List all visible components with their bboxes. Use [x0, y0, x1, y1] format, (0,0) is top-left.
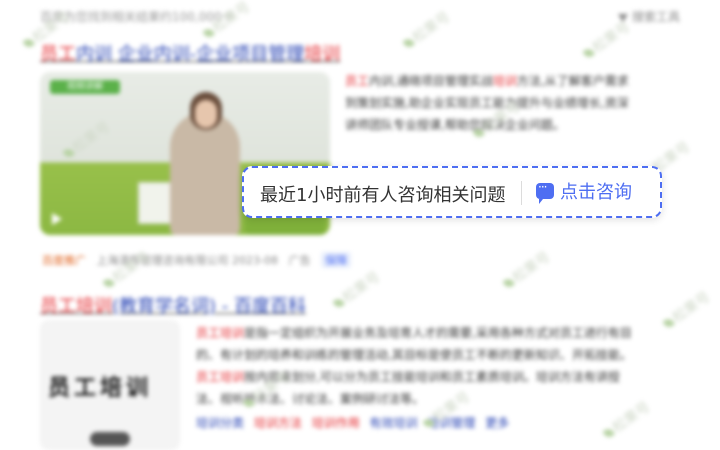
consult-button-label: 点击咨询: [560, 182, 632, 203]
text-segment: 培训: [304, 44, 341, 65]
result-title-2[interactable]: 员工培训(教育学名词) - 百度百科: [40, 292, 306, 318]
result-sublinks-2: 培训分类 培训方法 培训作用 有效培训 培训管理 更多: [196, 414, 509, 431]
blurred-search-results: 百度为您找到相关结果约100,000个 搜索工具 员工内训 企业内训-企业项目管…: [0, 0, 720, 450]
video-tag: 视频讲解: [50, 80, 120, 94]
result-title-1[interactable]: 员工内训 企业内训-企业项目管理培训: [40, 40, 340, 66]
watermark: 松果号: [499, 247, 554, 294]
text-segment: 是指一定组织为开展业务及培育人才的需要,采用各种方式对员工进行有目的、有计划的培…: [196, 326, 632, 362]
play-icon[interactable]: [52, 213, 62, 225]
sublink[interactable]: 培训方法: [254, 416, 302, 430]
consult-popup[interactable]: 最近1小时前有人咨询相关问题 点击咨询: [242, 166, 662, 218]
text-segment: 员工: [345, 74, 370, 88]
text-segment: 员工培训: [196, 370, 245, 384]
search-tools-label: 搜索工具: [631, 10, 680, 24]
sublink[interactable]: 更多: [485, 416, 509, 430]
sublink[interactable]: 有效培训: [370, 416, 418, 430]
text-segment: 员工: [40, 44, 76, 65]
video-presenter: [170, 112, 240, 235]
consult-message: 最近1小时前有人咨询相关问题: [260, 181, 510, 207]
result-thumbnail-2[interactable]: 员工培训: [40, 320, 180, 450]
thumbnail-play-pill[interactable]: [90, 432, 130, 446]
text-segment: (教育学名词) - 百度百科: [112, 296, 306, 317]
guarantee-badge[interactable]: 保障: [320, 252, 351, 268]
sublink[interactable]: 培训作用: [312, 416, 360, 430]
video-presenter-face: [195, 100, 217, 128]
watermark-text: 松果号: [509, 249, 554, 287]
text-segment: 员工培训: [40, 296, 112, 317]
source-label: 百度推广: [42, 254, 86, 267]
text-segment: 员工培训: [196, 326, 245, 340]
watermark-text: 松果号: [669, 289, 714, 327]
watermark: 松果号: [329, 267, 384, 314]
chat-bubble-icon: [536, 180, 554, 204]
consult-divider: [521, 181, 522, 205]
text-segment: 内训 企业内训-企业项目管理: [76, 44, 305, 65]
sublink[interactable]: 培训分类: [196, 416, 244, 430]
watermark: 松果号: [659, 287, 714, 334]
consult-message-text: 最近1小时前有人咨询相关问题: [260, 185, 506, 206]
thumbnail-calligraphy: 员工培训: [48, 375, 153, 401]
text-segment: 培训: [492, 74, 517, 88]
ad-label: 广告: [288, 254, 311, 267]
search-tools-button[interactable]: 搜索工具: [617, 8, 680, 25]
result-meta-1: 百度推广 上海清晖管理咨询有限公司 2023-08 广告 保障: [42, 252, 351, 268]
watermark-text: 松果号: [339, 269, 384, 307]
consult-button[interactable]: 点击咨询: [536, 178, 632, 208]
text-segment: 内训,通晓项目管理实战: [369, 74, 493, 88]
result-stats-bar: 百度为您找到相关结果约100,000个 搜索工具: [40, 8, 680, 28]
